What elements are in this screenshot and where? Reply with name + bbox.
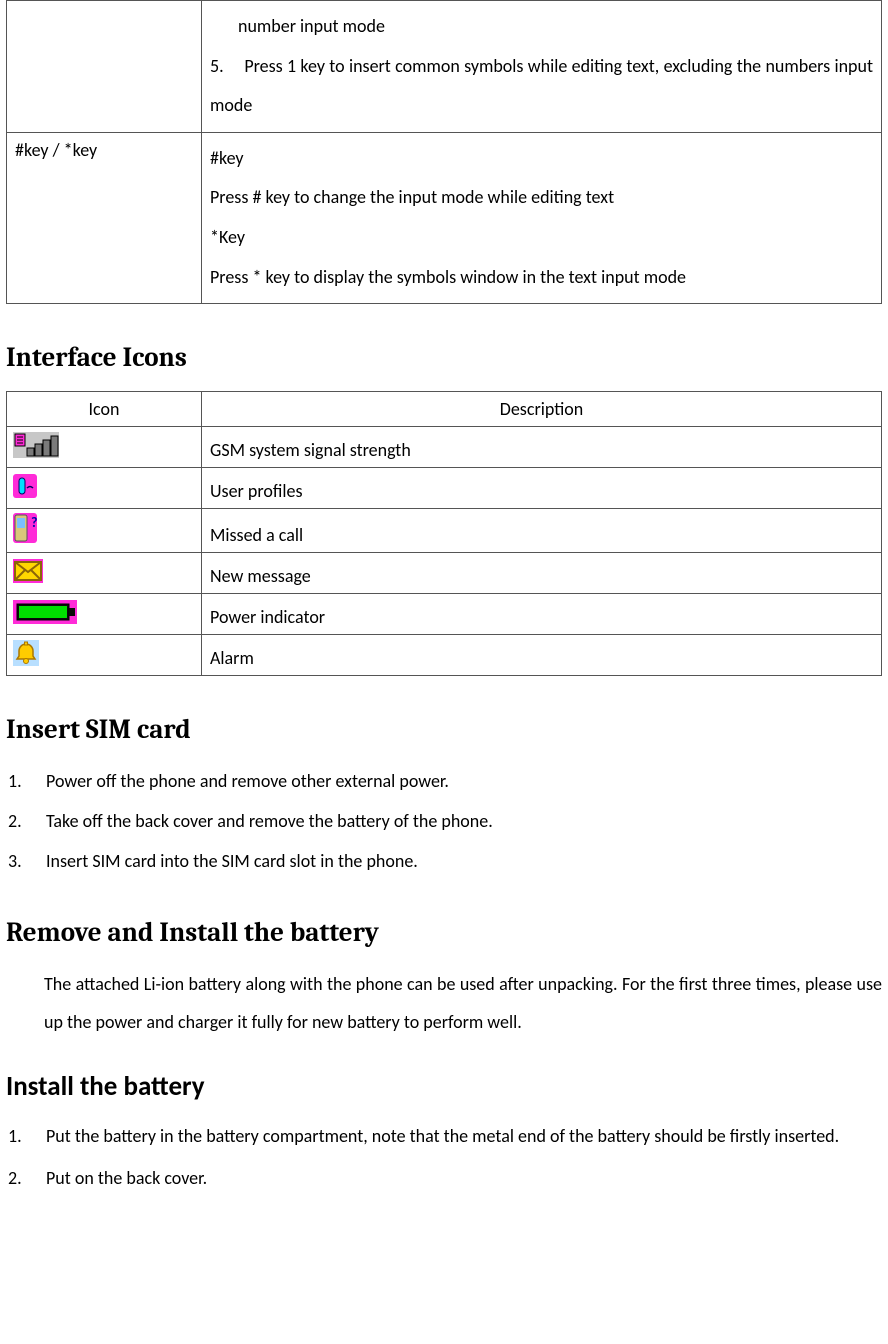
icons-r2-desc: User profiles xyxy=(202,468,882,509)
keys-row2-col2: #key Press # key to change the input mod… xyxy=(202,132,882,303)
heading-interface-icons: Interface Icons xyxy=(6,342,882,373)
install-step-1-text: Put the battery in the battery compartme… xyxy=(46,1125,839,1147)
keys-row2-p4: Press * key to display the symbols windo… xyxy=(210,258,873,298)
sim-step-1-text: Power off the phone and remove other ext… xyxy=(46,770,449,792)
sim-step-1-num: 1. xyxy=(8,763,22,799)
user-profiles-icon xyxy=(13,474,37,503)
signal-strength-icon xyxy=(13,432,59,463)
keys-row2-p2: Press # key to change the input mode whi… xyxy=(210,178,873,218)
keys-row1-line-indent: number input mode xyxy=(210,7,873,47)
keys-row1-text5: Press 1 key to insert common symbols whi… xyxy=(210,55,873,117)
keys-row2-col1: #key / *key xyxy=(7,132,202,303)
icons-r4-desc: New message xyxy=(202,553,882,594)
sim-step-2: 2. Take off the back cover and remove the… xyxy=(8,803,882,839)
heading-install-battery: Install the battery xyxy=(6,1070,882,1103)
install-steps: 1. Put the battery in the battery compart… xyxy=(6,1117,882,1197)
icons-r3-desc: Missed a call xyxy=(202,509,882,553)
alarm-icon xyxy=(13,640,39,671)
keys-row1-col2: number input mode 5. Press 1 key to inse… xyxy=(202,1,882,133)
keys-row2-p3: *Key xyxy=(210,218,873,258)
keys-row1-col1 xyxy=(7,1,202,133)
sim-step-1: 1. Power off the phone and remove other e… xyxy=(8,763,882,799)
heading-remove-install: Remove and Install the battery xyxy=(6,917,882,948)
sim-step-3: 3. Insert SIM card into the SIM card slot… xyxy=(8,843,882,879)
install-step-2-text: Put on the back cover. xyxy=(46,1167,207,1189)
icons-hdr-icon: Icon xyxy=(7,392,202,427)
heading-insert-sim: Insert SIM card xyxy=(6,714,882,745)
keys-row2-p1: #key xyxy=(210,139,873,179)
keys-row1-num5: 5. xyxy=(210,47,240,87)
sim-step-3-text: Insert SIM card into the SIM card slot i… xyxy=(46,850,418,872)
icons-r1-desc: GSM system signal strength xyxy=(202,427,882,468)
keys-table: number input mode 5. Press 1 key to inse… xyxy=(6,0,882,304)
install-step-1-num: 1. xyxy=(8,1117,22,1157)
battery-para: The attached Li-ion battery along with t… xyxy=(6,966,882,1042)
missed-call-icon: ? xyxy=(13,513,37,548)
sim-steps: 1. Power off the phone and remove other e… xyxy=(6,763,882,879)
keys-row1-line5: 5. Press 1 key to insert common symbols … xyxy=(210,47,873,126)
install-step-1: 1. Put the battery in the battery compart… xyxy=(8,1117,882,1157)
sim-step-2-text: Take off the back cover and remove the b… xyxy=(46,810,493,832)
sim-step-3-num: 3. xyxy=(8,843,22,879)
icons-hdr-desc: Description xyxy=(202,392,882,427)
install-step-2: 2. Put on the back cover. xyxy=(8,1160,882,1196)
new-message-icon xyxy=(13,559,43,588)
icons-r6-desc: Alarm xyxy=(202,635,882,676)
svg-text:?: ? xyxy=(31,514,37,531)
install-step-2-num: 2. xyxy=(8,1160,22,1196)
icons-r5-desc: Power indicator xyxy=(202,594,882,635)
power-indicator-icon xyxy=(13,600,77,629)
icons-table: Icon Description GSM system signal stren… xyxy=(6,391,882,676)
sim-step-2-num: 2. xyxy=(8,803,22,839)
